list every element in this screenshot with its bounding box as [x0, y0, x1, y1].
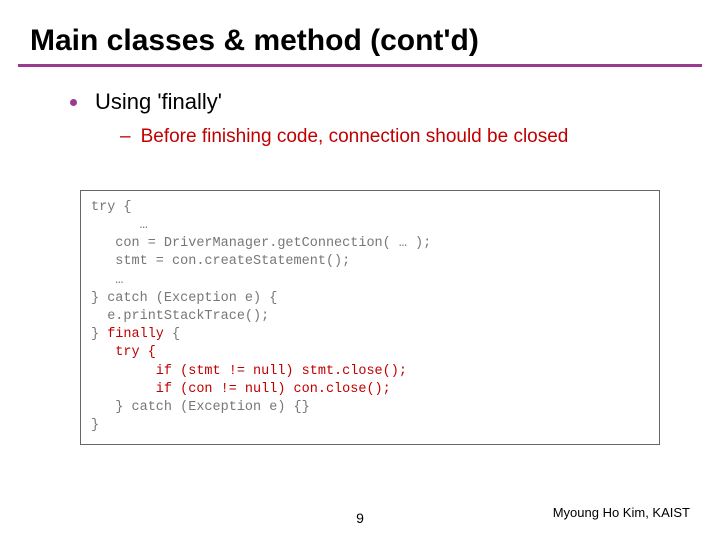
code-line: } [91, 418, 99, 433]
code-keyword-finally: finally [107, 327, 164, 342]
code-line: stmt = con.createStatement(); [91, 254, 350, 269]
code-line: con = DriverManager.getConnection( … ); [91, 236, 431, 251]
code-line: } [91, 327, 107, 342]
sub-bullet-item: – Before finishing code, connection shou… [70, 125, 720, 150]
code-line: e.printStackTrace(); [91, 309, 269, 324]
dash-icon: – [120, 125, 131, 150]
code-line: … [91, 273, 123, 288]
bullet-item: Using 'finally' [70, 89, 720, 115]
code-line: if (stmt != null) stmt.close(); [91, 364, 407, 379]
bullet-icon [70, 99, 77, 106]
code-line: try { [91, 200, 132, 215]
content-area: Using 'finally' – Before finishing code,… [0, 67, 720, 150]
code-block: try { … con = DriverManager.getConnectio… [80, 190, 660, 445]
page-number: 9 [356, 510, 364, 526]
code-line: if (con != null) con.close(); [91, 382, 391, 397]
code-line: } catch (Exception e) { [91, 291, 277, 306]
code-line: … [91, 218, 148, 233]
code-line: } catch (Exception e) {} [91, 400, 310, 415]
slide-title: Main classes & method (cont'd) [0, 0, 720, 64]
code-line: { [164, 327, 180, 342]
bullet-text: Using 'finally' [95, 89, 222, 115]
code-line: try { [91, 345, 156, 360]
sub-bullet-text: Before finishing code, connection should… [141, 125, 569, 150]
footer-credit: Myoung Ho Kim, KAIST [553, 505, 690, 520]
